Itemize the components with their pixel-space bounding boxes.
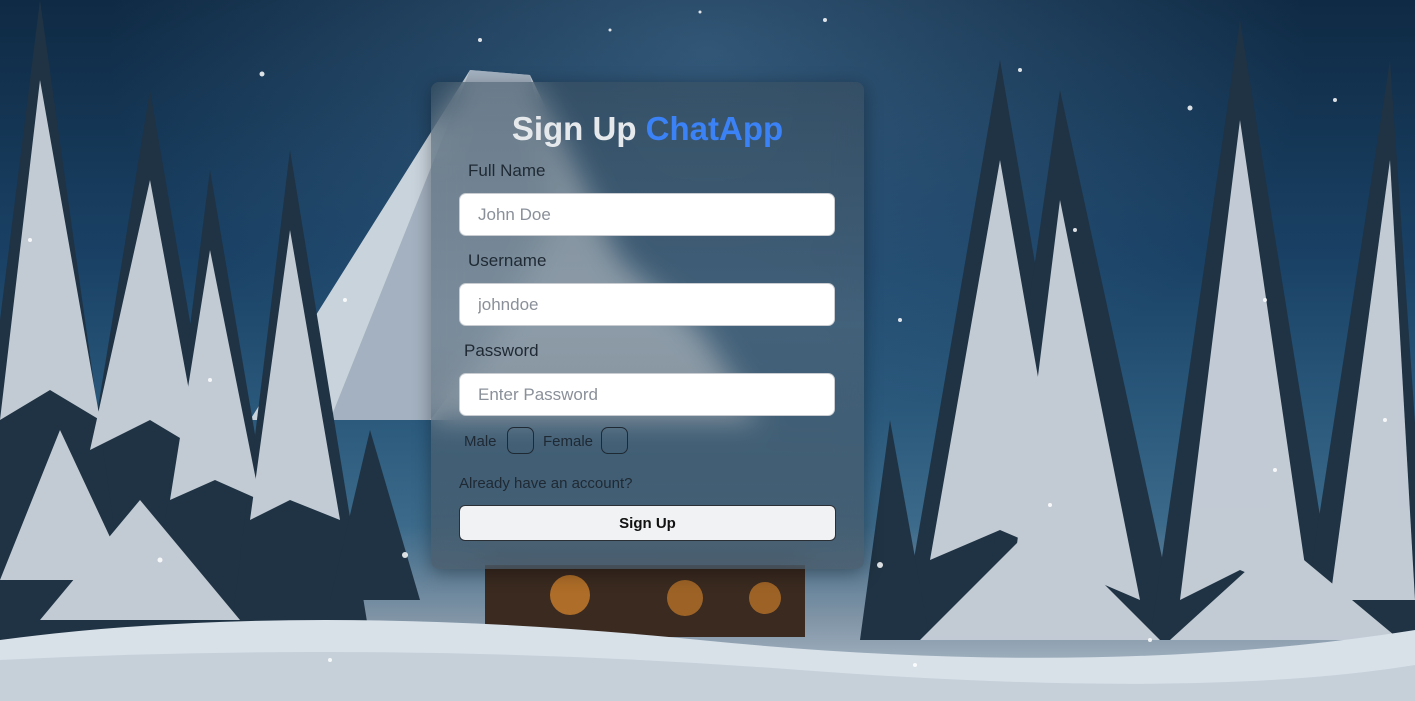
page-title: Sign Up ChatApp (431, 110, 864, 148)
password-label: Password (464, 341, 539, 360)
female-label: Female (543, 433, 594, 450)
cabin-light (550, 575, 590, 615)
login-link[interactable]: Already have an account? (459, 475, 632, 492)
cabin-light (749, 582, 781, 614)
signup-card: Sign Up ChatApp Full Name Username Passw… (431, 82, 864, 569)
female-checkbox[interactable] (601, 427, 628, 454)
username-input[interactable] (459, 283, 835, 326)
sign-up-button[interactable]: Sign Up (459, 505, 836, 541)
cabin-light (667, 580, 703, 616)
username-label: Username (468, 251, 547, 270)
male-label: Male (464, 433, 497, 450)
app-screen: Sign Up ChatApp Full Name Username Passw… (0, 0, 1415, 701)
full-name-input[interactable] (459, 193, 835, 236)
full-name-label: Full Name (468, 161, 546, 180)
password-input[interactable] (459, 373, 835, 416)
male-checkbox[interactable] (507, 427, 534, 454)
brand-name: ChatApp (645, 110, 784, 147)
title-prefix: Sign Up (511, 110, 637, 147)
